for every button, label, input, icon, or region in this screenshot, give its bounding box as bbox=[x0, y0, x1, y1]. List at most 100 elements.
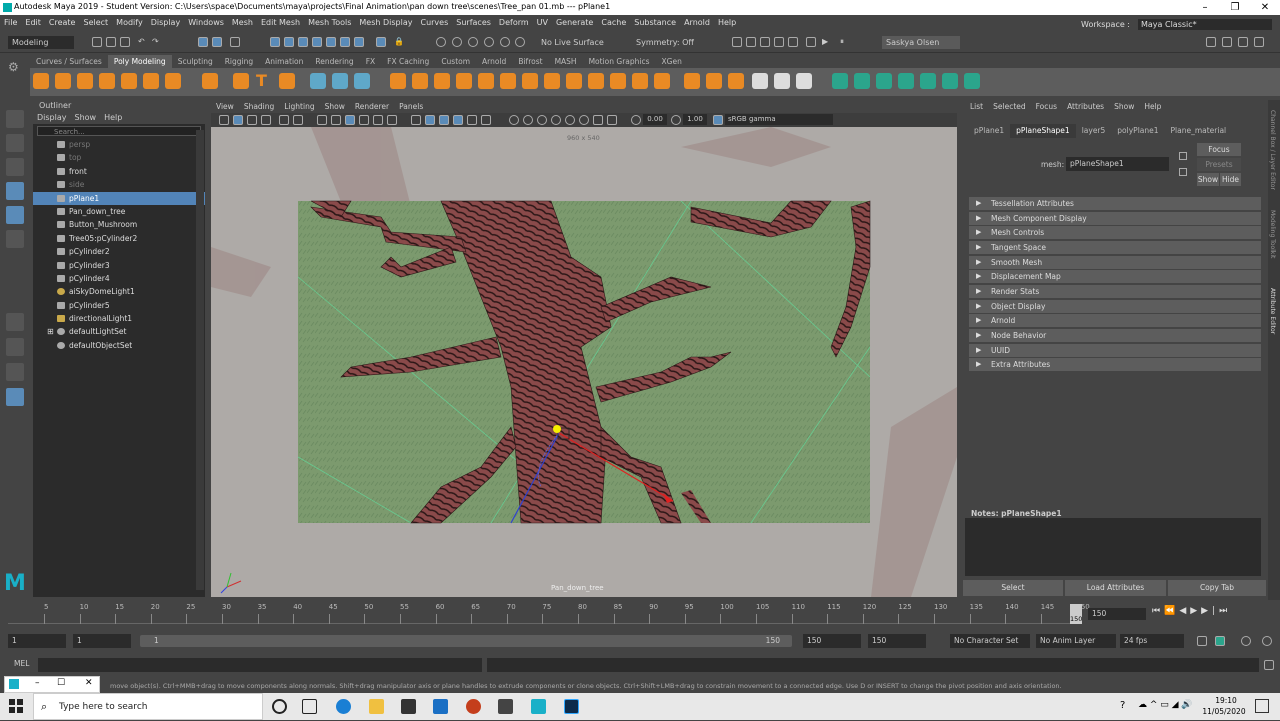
outliner-item-button-mushroom[interactable]: Button_Mushroom bbox=[33, 218, 205, 231]
menu-edit[interactable]: Edit bbox=[21, 15, 45, 30]
section-node-behavior[interactable]: Node Behavior bbox=[969, 329, 1261, 342]
snap-curve-icon[interactable] bbox=[452, 37, 462, 47]
menu-mesh-display[interactable]: Mesh Display bbox=[355, 15, 416, 30]
windows-start-icon[interactable] bbox=[9, 699, 23, 713]
bookmarks-icon[interactable] bbox=[247, 115, 257, 125]
lock-selection-icon[interactable]: 🔒 bbox=[394, 37, 404, 47]
cylindrical-map-icon[interactable] bbox=[854, 73, 870, 89]
section-tangent-space[interactable]: Tangent Space bbox=[969, 241, 1261, 254]
menu-display[interactable]: Display bbox=[147, 15, 185, 30]
menu-select[interactable]: Select bbox=[79, 15, 112, 30]
poke-icon[interactable] bbox=[684, 73, 700, 89]
menu-mesh[interactable]: Mesh bbox=[228, 15, 257, 30]
new-scene-icon[interactable] bbox=[92, 37, 102, 47]
anim-layer-dropdown[interactable]: No Anim Layer bbox=[1036, 634, 1116, 648]
smooth-shade-icon[interactable] bbox=[331, 115, 341, 125]
help-tray-icon[interactable]: ? bbox=[1120, 700, 1125, 711]
outliner-item-aiskydomelight1[interactable]: aiSkyDomeLight1 bbox=[33, 285, 205, 298]
close-button[interactable]: ✕ bbox=[1250, 0, 1280, 15]
poly-disc-icon[interactable] bbox=[165, 73, 181, 89]
boolean-icon[interactable] bbox=[390, 73, 406, 89]
select-surfaces-icon[interactable] bbox=[354, 37, 364, 47]
time-ruler[interactable]: 5 10 15 20 25 30 35 40 45 50 55 60 65 70 75 80 85 90 95 100… bbox=[8, 602, 1090, 624]
image-plane-icon[interactable] bbox=[261, 115, 271, 125]
ipr-render-icon[interactable] bbox=[760, 37, 770, 47]
powerpoint-icon[interactable] bbox=[466, 699, 481, 714]
xray-joints-icon[interactable] bbox=[439, 115, 449, 125]
outliner-item-pcylinder3[interactable]: pCylinder3 bbox=[33, 259, 205, 272]
film-gate-icon[interactable] bbox=[293, 115, 303, 125]
outliner-layout-icon[interactable] bbox=[6, 388, 24, 406]
spherical-map-icon[interactable] bbox=[876, 73, 892, 89]
gamma-icon[interactable] bbox=[671, 115, 681, 125]
outliner-item-pcylinder5[interactable]: pCylinder5 bbox=[33, 299, 205, 312]
shelf-tab-bifrost[interactable]: Bifrost bbox=[512, 55, 548, 68]
menu-deform[interactable]: Deform bbox=[495, 15, 533, 30]
hide-button[interactable]: Hide bbox=[1220, 173, 1241, 186]
play-render-icon[interactable]: ▶ bbox=[822, 37, 832, 47]
shelf-tab-xgen[interactable]: XGen bbox=[656, 55, 688, 68]
xray-icon[interactable] bbox=[425, 115, 435, 125]
side-by-side-layout-icon[interactable] bbox=[6, 363, 24, 381]
range-slider[interactable]: 1 150 bbox=[140, 635, 792, 647]
bevel-icon[interactable] bbox=[478, 73, 494, 89]
bridge-icon[interactable] bbox=[456, 73, 472, 89]
user-account-dropdown[interactable]: Saskya Olsen bbox=[882, 36, 960, 49]
menu-arnold[interactable]: Arnold bbox=[680, 15, 714, 30]
platonic-solid-icon[interactable] bbox=[202, 73, 218, 89]
outliner-item-persp[interactable]: persp bbox=[33, 138, 205, 151]
select-by-hierarchy-icon[interactable] bbox=[198, 37, 208, 47]
undo-icon[interactable]: ↶ bbox=[138, 37, 148, 47]
viewport-scene[interactable] bbox=[211, 127, 957, 597]
go-to-end-icon[interactable]: ⏭ bbox=[1219, 606, 1231, 616]
menu-help[interactable]: Help bbox=[714, 15, 740, 30]
shelf-tab-rendering[interactable]: Rendering bbox=[309, 55, 359, 68]
focus-button[interactable]: Focus bbox=[1197, 143, 1241, 156]
hypershade-icon[interactable] bbox=[788, 37, 798, 47]
mirror-icon[interactable] bbox=[412, 73, 428, 89]
animation-preferences-icon[interactable] bbox=[1262, 636, 1272, 646]
select-face-icon[interactable] bbox=[298, 37, 308, 47]
outliner-menu-show[interactable]: Show bbox=[71, 113, 101, 122]
outliner-item-defaultobjectset[interactable]: defaultObjectSet bbox=[33, 339, 205, 352]
section-render-stats[interactable]: Render Stats bbox=[969, 285, 1261, 298]
shelf-tab-poly-modeling[interactable]: Poly Modeling bbox=[107, 55, 172, 68]
paint-select-tool-icon[interactable] bbox=[6, 158, 24, 176]
separate-icon[interactable] bbox=[332, 73, 348, 89]
viewport-menu-shading[interactable]: Shading bbox=[239, 101, 279, 113]
menu-generate[interactable]: Generate bbox=[552, 15, 597, 30]
grid-icon[interactable] bbox=[279, 115, 289, 125]
side-tab-channel-box[interactable]: Channel Box / Layer Editor bbox=[1269, 110, 1276, 190]
shelf-tab-sculpting[interactable]: Sculpting bbox=[172, 55, 219, 68]
wireframe-icon[interactable] bbox=[317, 115, 327, 125]
animation-start-field[interactable]: 1 bbox=[8, 634, 66, 648]
playback-start-field[interactable]: 1 bbox=[73, 634, 131, 648]
media-player-icon[interactable] bbox=[498, 699, 513, 714]
section-smooth-mesh[interactable]: Smooth Mesh bbox=[969, 256, 1261, 269]
workspace-selector[interactable]: Workspace : Maya Classic* bbox=[1077, 17, 1272, 32]
use-all-lights-icon[interactable] bbox=[373, 115, 383, 125]
modeling-toolkit-toggle-icon[interactable] bbox=[1206, 37, 1216, 47]
select-curves-icon[interactable] bbox=[340, 37, 350, 47]
shelf-tab-fx-caching[interactable]: FX Caching bbox=[381, 55, 435, 68]
cut-uv-icon[interactable] bbox=[942, 73, 958, 89]
isolate-select-icon[interactable] bbox=[411, 115, 421, 125]
maya-taskbar-icon[interactable] bbox=[531, 699, 546, 714]
attr-tab-layer5[interactable]: layer5 bbox=[1076, 124, 1112, 138]
attr-tab-pplaneshape1[interactable]: pPlaneShape1 bbox=[1010, 124, 1076, 138]
fps-dropdown[interactable]: 24 fps bbox=[1120, 634, 1184, 648]
safe-action-icon[interactable] bbox=[565, 115, 575, 125]
gamma-field[interactable]: 1.00 bbox=[683, 114, 707, 125]
channel-box-toggle-icon[interactable] bbox=[1254, 37, 1264, 47]
viewport-menu-panels[interactable]: Panels bbox=[394, 101, 428, 113]
menu-uv[interactable]: UV bbox=[533, 15, 552, 30]
insert-edge-loop-icon[interactable] bbox=[610, 73, 626, 89]
menu-windows[interactable]: Windows bbox=[184, 15, 228, 30]
toggle-hud-icon[interactable] bbox=[607, 115, 617, 125]
mel-label[interactable]: MEL bbox=[14, 659, 29, 668]
time-slider[interactable]: 5 10 15 20 25 30 35 40 45 50 55 60 65 70 75 80 85 90 95 100… bbox=[0, 602, 1280, 628]
xray-components-icon[interactable] bbox=[453, 115, 463, 125]
section-displacement-map[interactable]: Displacement Map bbox=[969, 270, 1261, 283]
outliner-item-pcylinder2[interactable]: pCylinder2 bbox=[33, 245, 205, 258]
mesh-name-field[interactable]: pPlaneShape1 bbox=[1066, 157, 1169, 171]
